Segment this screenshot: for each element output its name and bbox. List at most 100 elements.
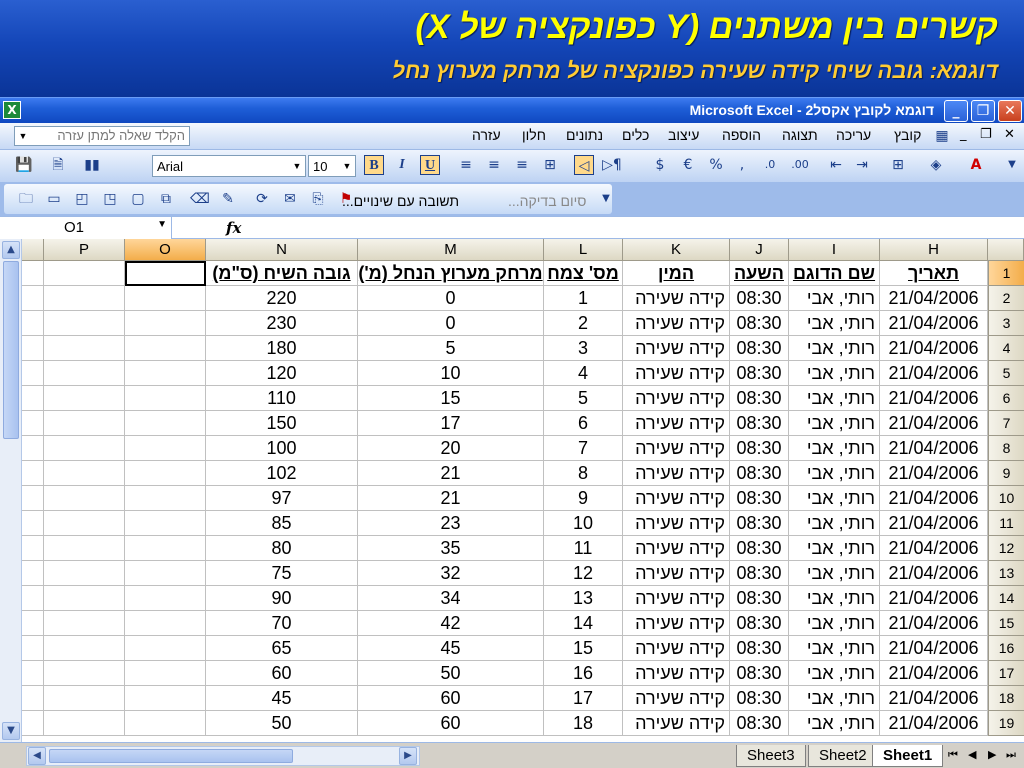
row-header[interactable]: 7: [988, 411, 1024, 436]
row-header[interactable]: 4: [988, 336, 1024, 361]
excel-app-icon[interactable]: X: [3, 101, 21, 119]
table-cell-k[interactable]: קידה שעירה: [623, 511, 730, 536]
euro-button[interactable]: €: [678, 155, 698, 175]
table-cell-o[interactable]: [125, 386, 206, 411]
table-cell-k[interactable]: קידה שעירה: [623, 461, 730, 486]
chart-wizard-icon[interactable]: ▮▮: [82, 155, 102, 175]
align-center-icon[interactable]: ≡: [484, 155, 504, 175]
table-cell-h[interactable]: 21/04/2006: [880, 586, 988, 611]
table-cell-n[interactable]: 70: [206, 611, 358, 636]
toolbar-options-icon[interactable]: ▼: [596, 189, 616, 209]
scroll-up-icon[interactable]: ▲: [2, 241, 20, 259]
table-cell-o[interactable]: [125, 686, 206, 711]
chevron-down-icon[interactable]: ▼: [157, 219, 167, 230]
table-cell-j[interactable]: 08:30: [730, 361, 789, 386]
delete-comment-icon[interactable]: ⌫: [190, 189, 210, 209]
table-cell-h[interactable]: 21/04/2006: [880, 511, 988, 536]
header-cell-m[interactable]: מרחק מערוץ הנחל (מ'): [358, 261, 544, 286]
table-cell-k[interactable]: קידה שעירה: [623, 661, 730, 686]
table-cell-n[interactable]: 220: [206, 286, 358, 311]
table-cell-m[interactable]: 60: [358, 686, 544, 711]
row-header[interactable]: 10: [988, 486, 1024, 511]
table-cell-p[interactable]: [44, 511, 125, 536]
table-cell-m[interactable]: 20: [358, 436, 544, 461]
table-cell-n[interactable]: 50: [206, 711, 358, 736]
column-header-h[interactable]: H: [880, 239, 988, 261]
column-header-m[interactable]: M: [358, 239, 544, 261]
row-header[interactable]: 6: [988, 386, 1024, 411]
table-cell-p[interactable]: [44, 311, 125, 336]
header-cell-j[interactable]: השעה: [730, 261, 789, 286]
update-file-icon[interactable]: ⟳: [252, 189, 272, 209]
borders-icon[interactable]: ⊞: [888, 155, 908, 175]
table-cell-l[interactable]: 5: [544, 386, 623, 411]
table-cell-k[interactable]: קידה שעירה: [623, 561, 730, 586]
table-cell-p[interactable]: [44, 661, 125, 686]
table-cell-i[interactable]: רותי, אבי: [789, 611, 880, 636]
next-comment-icon[interactable]: ◳: [100, 189, 120, 209]
table-cell-k[interactable]: קידה שעירה: [623, 536, 730, 561]
table-cell-l[interactable]: 16: [544, 661, 623, 686]
table-cell-p[interactable]: [44, 586, 125, 611]
table-cell-k[interactable]: קידה שעירה: [623, 686, 730, 711]
menu-file[interactable]: קובץ: [894, 127, 921, 143]
sheet-tab-sheet3[interactable]: Sheet3: [736, 745, 806, 767]
table-cell-o[interactable]: [125, 636, 206, 661]
table-cell-l[interactable]: 7: [544, 436, 623, 461]
table-cell-o[interactable]: [125, 486, 206, 511]
align-left-icon[interactable]: ≡: [512, 155, 532, 175]
table-cell-k[interactable]: קידה שעירה: [623, 436, 730, 461]
comma-button[interactable]: ,: [732, 155, 752, 175]
table-cell-j[interactable]: 08:30: [730, 536, 789, 561]
table-cell-i[interactable]: רותי, אבי: [789, 536, 880, 561]
menu-view[interactable]: תצוגה: [782, 127, 818, 143]
table-cell-n[interactable]: 100: [206, 436, 358, 461]
font-color-icon[interactable]: A: [966, 155, 986, 175]
table-cell-m[interactable]: 5: [358, 336, 544, 361]
table-cell-h[interactable]: 21/04/2006: [880, 411, 988, 436]
table-cell-i[interactable]: רותי, אבי: [789, 436, 880, 461]
table-cell-h[interactable]: 21/04/2006: [880, 711, 988, 736]
table-cell-k[interactable]: קידה שעירה: [623, 711, 730, 736]
table-cell-i[interactable]: רותי, אבי: [789, 511, 880, 536]
row-header[interactable]: 9: [988, 461, 1024, 486]
close-button[interactable]: ✕: [998, 100, 1022, 122]
table-cell-h[interactable]: 21/04/2006: [880, 286, 988, 311]
table-cell-l[interactable]: 9: [544, 486, 623, 511]
menu-window[interactable]: חלון: [522, 127, 546, 143]
table-cell-n[interactable]: 85: [206, 511, 358, 536]
show-comment-icon[interactable]: ▢: [128, 189, 148, 209]
menu-data[interactable]: נתונים: [566, 127, 603, 143]
table-cell-l[interactable]: 12: [544, 561, 623, 586]
row-header[interactable]: 8: [988, 436, 1024, 461]
doc-restore-icon[interactable]: ❐: [980, 127, 992, 142]
horizontal-scroll-thumb[interactable]: [49, 749, 293, 763]
name-box[interactable]: O1 ▼: [0, 217, 172, 239]
table-cell-h[interactable]: 21/04/2006: [880, 336, 988, 361]
table-cell-j[interactable]: 08:30: [730, 461, 789, 486]
reply-with-changes-button[interactable]: תשובה עם שינויים...: [342, 193, 459, 209]
previous-sheet-icon[interactable]: ◀: [968, 748, 976, 761]
font-name-select[interactable]: Arial ▼: [152, 155, 306, 177]
column-header-j[interactable]: J: [730, 239, 789, 261]
table-cell-o[interactable]: [125, 586, 206, 611]
table-cell-h[interactable]: 21/04/2006: [880, 661, 988, 686]
row-header[interactable]: 14: [988, 586, 1024, 611]
table-cell-p[interactable]: [44, 336, 125, 361]
vertical-scrollbar[interactable]: ▲ ▼: [0, 239, 22, 742]
table-cell-o[interactable]: [125, 511, 206, 536]
mail-recipient-icon[interactable]: ⎘: [308, 189, 328, 209]
table-cell-i[interactable]: רותי, אבי: [789, 411, 880, 436]
table-cell-p[interactable]: [44, 561, 125, 586]
table-cell-n[interactable]: 60: [206, 661, 358, 686]
table-cell-n[interactable]: 97: [206, 486, 358, 511]
table-cell-n[interactable]: 150: [206, 411, 358, 436]
menu-insert[interactable]: הוספה: [722, 127, 761, 143]
table-cell-h[interactable]: 21/04/2006: [880, 311, 988, 336]
track-changes-icon[interactable]: ✎: [218, 189, 238, 209]
table-cell-k[interactable]: קידה שעירה: [623, 636, 730, 661]
help-search-input[interactable]: הקלד שאלה למתן עזרה ▼: [14, 126, 190, 146]
table-cell-p[interactable]: [44, 636, 125, 661]
row-header[interactable]: 12: [988, 536, 1024, 561]
table-cell-j[interactable]: 08:30: [730, 411, 789, 436]
